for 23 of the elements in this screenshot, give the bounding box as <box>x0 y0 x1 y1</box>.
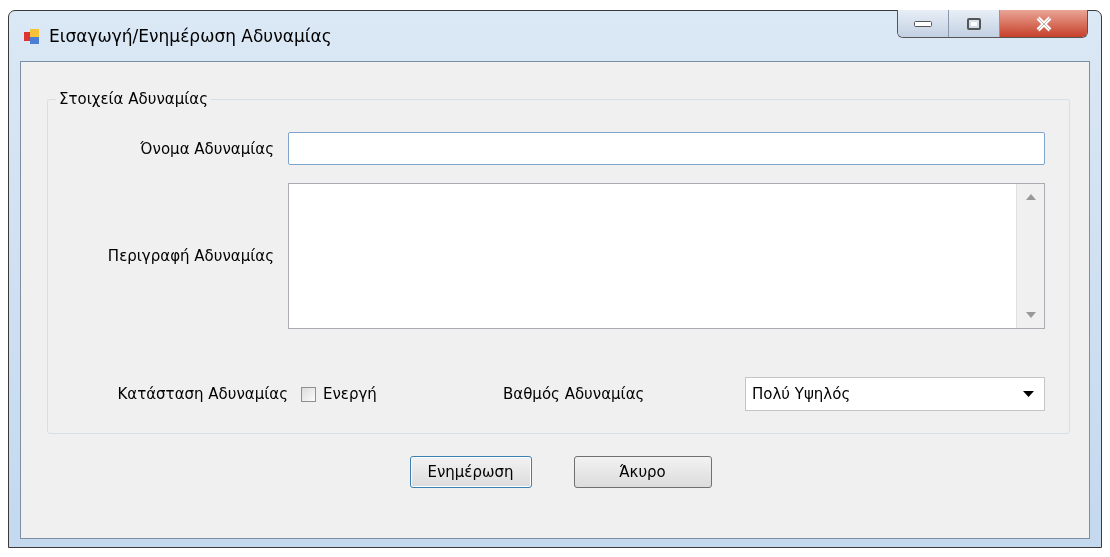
maximize-button[interactable] <box>949 10 1000 37</box>
field-label: Κατάσταση Αδυναμίας <box>116 385 289 403</box>
scroll-down-icon <box>1025 312 1036 318</box>
minimize-icon <box>914 20 932 27</box>
scroll-up-icon <box>1025 194 1036 200</box>
checkbox[interactable] <box>301 386 316 402</box>
field-label: Όνομα Αδυναμίας <box>139 139 275 158</box>
close-button[interactable] <box>1000 10 1087 37</box>
field-label: Περιγραφή Αδυναμίας <box>106 247 275 265</box>
input-field[interactable] <box>288 132 1045 165</box>
close-icon <box>1034 15 1053 32</box>
field-label: Βαθμός Αδυναμίας <box>503 385 646 403</box>
dialog-button[interactable]: Άκυρο <box>573 456 712 488</box>
dialog-button[interactable]: Ενημέρωση <box>409 456 532 488</box>
caret-icon <box>1023 391 1034 397</box>
app-icon <box>24 28 39 44</box>
checkbox-label[interactable]: Ενεργή <box>323 385 503 403</box>
maximize-icon <box>967 17 981 30</box>
scrollbar[interactable] <box>1016 184 1044 328</box>
group-title: Στοιχεία Αδυναμίας <box>58 90 209 108</box>
minimize-button[interactable] <box>898 10 949 37</box>
window-title: Εισαγωγή/Ενημέρωση Αδυναμίας <box>49 26 332 46</box>
dropdown[interactable]: Πολύ Υψηλός <box>745 377 1045 411</box>
